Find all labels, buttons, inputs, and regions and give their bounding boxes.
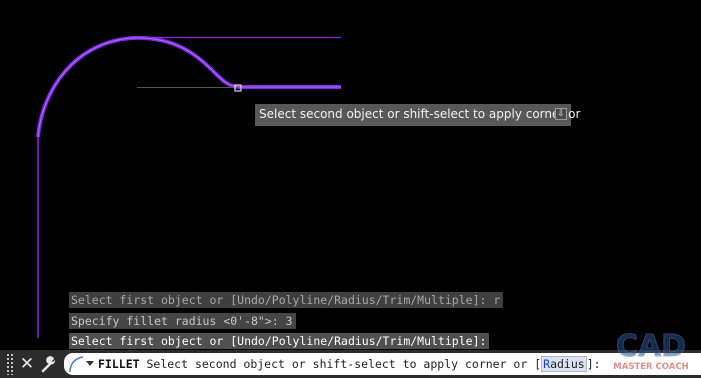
fillet-preview-curve[interactable] bbox=[210, 68, 341, 89]
option-rest: adius bbox=[550, 357, 585, 371]
option-radius[interactable]: Radius bbox=[541, 356, 587, 372]
cursor-tooltip: Select second object or shift-select to … bbox=[255, 104, 580, 126]
history-line: Select first object or [Undo/Polyline/Ra… bbox=[69, 292, 504, 308]
download-arrow-icon[interactable]: ⇩ bbox=[555, 108, 567, 120]
command-prompt: Select second object or shift-select to … bbox=[146, 357, 542, 371]
close-icon[interactable]: ✕ bbox=[17, 353, 37, 375]
prompt-suffix: ]: bbox=[586, 357, 601, 371]
command-name: FILLET bbox=[98, 357, 140, 371]
history-line: Specify fillet radius <0'-8">: 3 bbox=[69, 313, 296, 329]
command-input[interactable]: FILLET Select second object or shift-sel… bbox=[64, 353, 701, 375]
tooltip-text: Select second object or shift-select to … bbox=[259, 107, 581, 121]
recent-commands-dropdown-icon[interactable] bbox=[86, 361, 94, 366]
command-prompt-text: FILLET Select second object or shift-sel… bbox=[98, 353, 601, 375]
fillet-arc-icon[interactable] bbox=[68, 355, 84, 373]
wrench-icon[interactable] bbox=[40, 355, 58, 373]
grip-handle-icon[interactable] bbox=[6, 353, 14, 375]
command-line-bar: ✕ FILLET Select second object or shift-s… bbox=[0, 350, 701, 378]
history-line: Select first object or [Undo/Polyline/Ra… bbox=[69, 333, 490, 349]
